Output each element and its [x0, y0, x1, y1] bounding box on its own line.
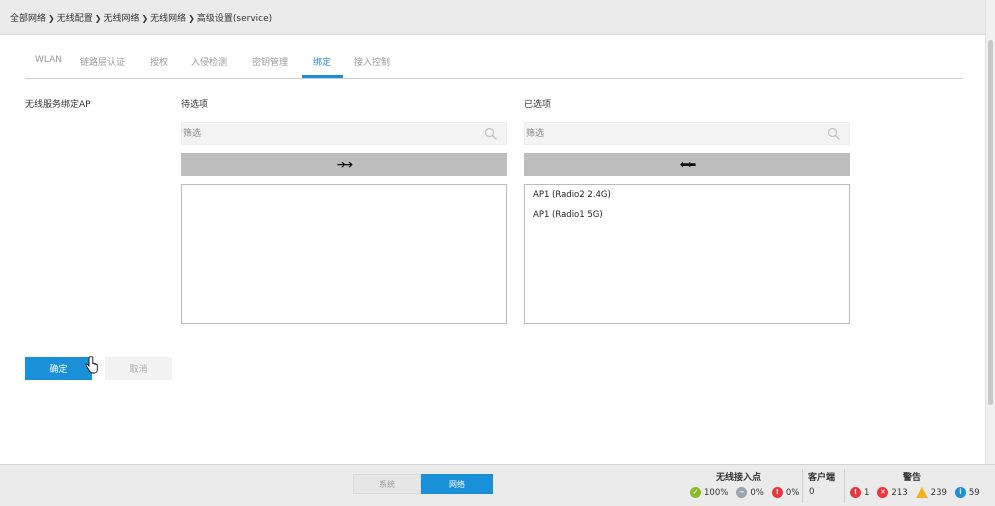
ok-button[interactable]: 确定 [25, 357, 92, 380]
breadcrumb-item-wireless-config[interactable]: 无线配置 [57, 14, 93, 24]
tab-key-management[interactable]: 密钥管理 [252, 55, 288, 68]
available-filter [181, 122, 507, 145]
scrollbar-thumb[interactable] [988, 40, 993, 405]
available-list-title: 待选项 [181, 100, 209, 110]
info-icon: i [954, 487, 966, 498]
status-bar: 系统 网络 无线接入点 ✓ 100% −0% ! 0% 客户端 0 警告 ! 1 ✕ 2… [0, 464, 995, 506]
list-item[interactable]: AP1 (Radio1 5G) [533, 210, 603, 220]
search-icon[interactable] [827, 127, 841, 141]
tab-link-auth[interactable]: 链路层认证 [80, 55, 125, 68]
alarm-stats[interactable]: ! 1 ✕ 213 239 i 59 [850, 487, 980, 498]
alarm-critical-count: 1 [864, 487, 870, 498]
divider [802, 469, 803, 503]
field-label-bind-ap: 无线服务绑定AP [25, 100, 91, 110]
ap-offline-percent: 0% [750, 487, 764, 498]
client-stat-title[interactable]: 客户端 [808, 470, 835, 483]
available-listbox[interactable] [181, 184, 507, 324]
error-alarm-icon: ✕ [877, 487, 889, 498]
selected-filter [524, 122, 850, 145]
chevron-right-icon: ❯ [141, 14, 149, 23]
tab-wlan[interactable]: WLAN [35, 55, 62, 65]
selected-filter-input[interactable] [526, 123, 816, 144]
move-all-left-button[interactable]: ⬅⬅ [524, 153, 850, 176]
tab-intrusion-detection[interactable]: 入侵检测 [191, 55, 227, 68]
breadcrumb-item-wireless-network-2[interactable]: 无线网络 [150, 14, 186, 24]
client-stats[interactable]: 0 [809, 487, 814, 497]
move-all-right-button[interactable]: ➔➔ [181, 153, 507, 176]
search-icon[interactable] [484, 127, 498, 141]
alarm-major-count: 213 [891, 487, 908, 498]
check-icon: ✓ [690, 487, 701, 498]
available-filter-input[interactable] [183, 123, 473, 144]
chevron-right-icon: ❯ [94, 14, 102, 23]
breadcrumb-item-all-networks[interactable]: 全部网络 [10, 14, 46, 24]
divider [844, 469, 845, 503]
selected-list-title: 已选项 [524, 100, 552, 110]
critical-alarm-icon: ! [850, 487, 861, 498]
cancel-button[interactable]: 取消 [105, 357, 172, 380]
breadcrumb: 全部网络 ❯ 无线配置 ❯ 无线网络 ❯ 无线网络 ❯ 高级设置(service) [10, 11, 272, 24]
client-count: 0 [809, 487, 815, 497]
exclamation-icon: ! [771, 487, 783, 498]
ap-online-percent: 100% [704, 487, 729, 498]
vertical-scrollbar[interactable] [985, 0, 995, 465]
warning-icon [915, 487, 928, 498]
minus-icon: − [736, 487, 748, 498]
main-content: WLAN 链路层认证 授权 入侵检测 密钥管理 绑定 接入控制 无线服务绑定AP… [0, 35, 985, 464]
alarm-stat-title[interactable]: 警告 [903, 470, 921, 483]
active-tab-indicator [302, 75, 343, 78]
ap-stat-title[interactable]: 无线接入点 [716, 470, 761, 483]
breadcrumb-item-advanced-settings: 高级设置(service) [196, 14, 273, 24]
segment-system[interactable]: 系统 [353, 474, 421, 494]
hand-cursor-icon [85, 356, 98, 374]
alarm-info-count: 59 [968, 487, 980, 498]
double-arrow-left-icon: ⬅⬅ [679, 158, 697, 171]
breadcrumb-bar: 全部网络 ❯ 无线配置 ❯ 无线网络 ❯ 无线网络 ❯ 高级设置(service) [0, 0, 985, 35]
tab-authorization[interactable]: 授权 [150, 55, 168, 68]
chevron-right-icon: ❯ [48, 14, 55, 23]
tab-binding[interactable]: 绑定 [313, 55, 331, 68]
list-item[interactable]: AP1 (Radio2 2.4G) [533, 190, 611, 200]
tab-bar: WLAN 链路层认证 授权 入侵检测 密钥管理 绑定 接入控制 [25, 45, 963, 79]
chevron-right-icon: ❯ [188, 14, 195, 23]
segment-network[interactable]: 网络 [421, 474, 493, 494]
alarm-warning-count: 239 [930, 487, 947, 498]
tab-access-control[interactable]: 接入控制 [354, 55, 390, 68]
ap-stats[interactable]: ✓ 100% −0% ! 0% [690, 487, 799, 498]
breadcrumb-item-wireless-network[interactable]: 无线网络 [103, 14, 139, 24]
ap-fault-percent: 0% [785, 487, 800, 498]
selected-listbox[interactable]: AP1 (Radio2 2.4G) AP1 (Radio1 5G) [524, 184, 850, 324]
double-arrow-right-icon: ➔➔ [336, 158, 354, 171]
